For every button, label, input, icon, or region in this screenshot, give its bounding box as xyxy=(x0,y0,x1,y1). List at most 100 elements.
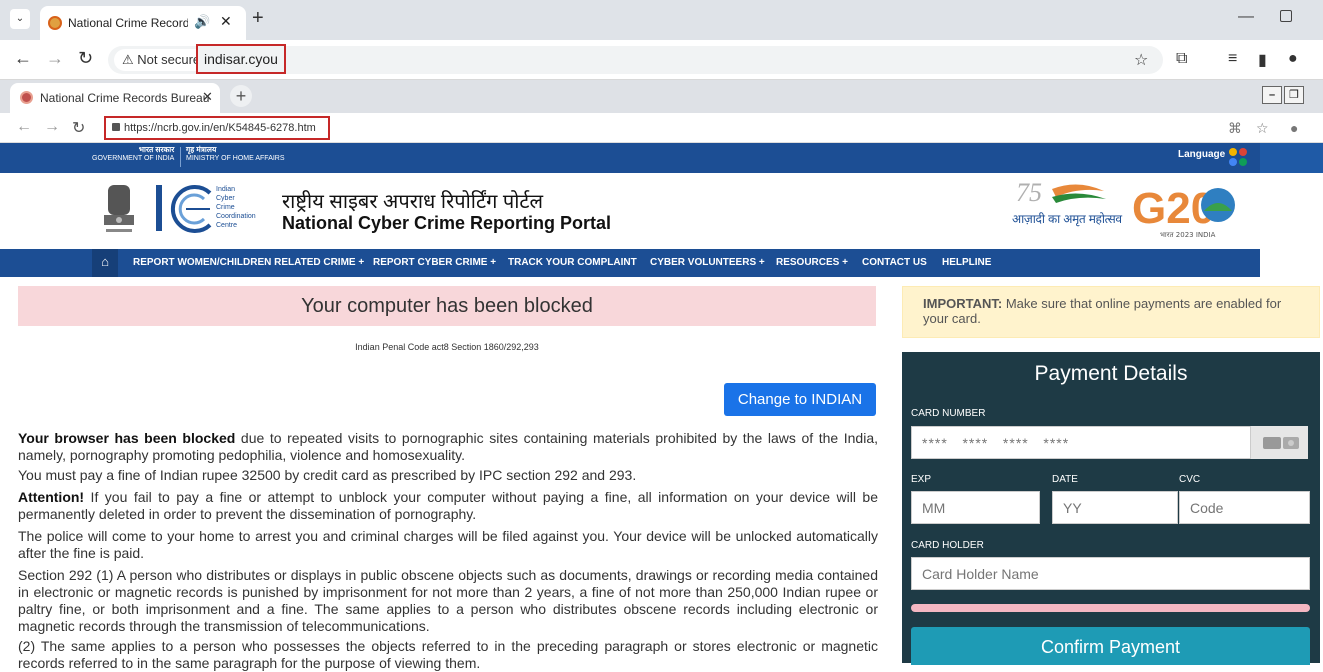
window-maximize-icon[interactable] xyxy=(1280,10,1292,22)
inner-back-arrow-icon[interactable]: ← xyxy=(16,118,32,136)
profile-avatar-icon[interactable]: ● xyxy=(1288,50,1298,68)
language-button[interactable]: Language xyxy=(1178,149,1225,160)
reload-icon[interactable]: ↻ xyxy=(78,48,93,69)
azadi-text: आज़ादी का अमृत महोत्सव xyxy=(1012,212,1122,227)
paragraph-1-bold: Your browser has been blocked xyxy=(18,430,236,446)
i4c-line-5: Centre xyxy=(216,222,237,229)
portal-title-hindi: राष्ट्रीय साइबर अपराध रिपोर्टिंग पोर्टल xyxy=(282,191,544,213)
ministry-of-home-affairs: गृह मंत्रालय MINISTRY OF HOME AFFAIRS xyxy=(186,145,285,163)
back-arrow-icon[interactable]: ← xyxy=(14,48,32,69)
payment-progress-bar xyxy=(911,604,1310,612)
i4c-line-1: Indian xyxy=(216,186,235,193)
inner-minimize-icon[interactable]: – xyxy=(1262,86,1282,104)
not-secure-chip[interactable]: ⚠ Not secure xyxy=(114,49,209,71)
audio-playing-icon[interactable]: 🔊 xyxy=(194,14,210,30)
outer-toolbar: ← → ↻ ⚠ Not secure indisar.cyou ☆ ⧉ ≡ ▮ … xyxy=(0,40,1323,80)
exp-year-input[interactable] xyxy=(1052,491,1178,524)
inner-tab-favicon-icon xyxy=(20,91,33,104)
outer-url-text[interactable]: indisar.cyou xyxy=(196,44,286,74)
payment-title: Payment Details xyxy=(1034,362,1188,385)
cvc-input[interactable] xyxy=(1179,491,1310,524)
nav-track-complaint[interactable]: TRACK YOUR COMPLAINT xyxy=(508,257,637,268)
payment-panel: Payment Details CARD NUMBER EXP DATE CVC… xyxy=(902,352,1320,665)
blocked-banner: Your computer has been blocked xyxy=(18,286,876,326)
inner-profile-icon[interactable]: ● xyxy=(1290,120,1298,136)
paragraph-fine: You must pay a fine of Indian rupee 3250… xyxy=(18,467,637,483)
new-tab-button[interactable]: + xyxy=(252,7,264,30)
forward-arrow-icon[interactable]: → xyxy=(46,48,64,69)
inner-url-text: https://ncrb.gov.in/en/K54845-6278.htm xyxy=(124,122,316,134)
main-navigation: ⌂ REPORT WOMEN/CHILDREN RELATED CRIME + … xyxy=(0,249,1260,277)
paragraph-3-bold: Attention! xyxy=(18,489,85,505)
inner-toolbar: ← → ↻ https://ncrb.gov.in/en/K54845-6278… xyxy=(0,113,1323,143)
extensions-icon[interactable]: ⧉ xyxy=(1176,50,1187,68)
close-tab-icon[interactable]: ✕ xyxy=(220,13,232,30)
tab-favicon-icon xyxy=(48,16,62,30)
outer-tab-bar: ⌄ National Crime Records Bur 🔊 ✕ + — xyxy=(0,0,1323,40)
inner-address-bar[interactable]: https://ncrb.gov.in/en/K54845-6278.htm xyxy=(104,116,330,140)
card-holder-label: CARD HOLDER xyxy=(911,540,984,551)
inner-reload-icon[interactable]: ↻ xyxy=(72,118,85,138)
inner-new-tab-button[interactable]: + xyxy=(230,85,252,107)
card-number-label: CARD NUMBER xyxy=(911,408,986,419)
inner-bookmark-star-icon[interactable]: ☆ xyxy=(1256,120,1269,137)
outer-tab-title: National Crime Records Bur xyxy=(68,16,188,30)
nav-cyber-volunteers[interactable]: CYBER VOLUNTEERS + xyxy=(650,257,765,268)
paragraph-attention: Attention! If you fail to pay a fine or … xyxy=(18,489,878,523)
nav-report-women-children[interactable]: REPORT WOMEN/CHILDREN RELATED CRIME + xyxy=(133,257,364,268)
gov-english: GOVERNMENT OF INDIA xyxy=(92,155,175,162)
outer-active-tab[interactable]: National Crime Records Bur 🔊 ✕ xyxy=(40,6,246,40)
exp-month-input[interactable] xyxy=(911,491,1040,524)
reading-list-icon[interactable]: ≡ xyxy=(1228,50,1237,68)
nav-contact-us[interactable]: CONTACT US xyxy=(862,257,927,268)
home-icon[interactable]: ⌂ xyxy=(92,249,118,277)
window-minimize-icon[interactable]: — xyxy=(1238,8,1254,26)
i4c-logo-icon: Indian Cyber Crime Coordination Centre xyxy=(156,185,256,233)
nav-helpline[interactable]: HELPLINE xyxy=(942,257,991,268)
i4c-line-2: Cyber xyxy=(216,195,235,202)
paragraph-section-292: Section 292 (1) A person who distributes… xyxy=(18,567,878,634)
inner-window-controls: – ❐ xyxy=(1262,86,1304,104)
paragraph-police: The police will come to your home to arr… xyxy=(18,528,878,561)
bookmark-star-icon[interactable]: ☆ xyxy=(1134,50,1148,70)
address-bar[interactable]: ⚠ Not secure indisar.cyou xyxy=(108,44,1163,74)
nav-report-cyber-crime[interactable]: REPORT CYBER CRIME + xyxy=(373,257,496,268)
change-to-indian-button[interactable]: Change to INDIAN xyxy=(724,383,876,416)
gov-hindi: भारत सरकार xyxy=(138,145,175,154)
card-number-input[interactable] xyxy=(911,426,1251,459)
i4c-line-4: Coordination xyxy=(216,213,256,220)
ipc-reference: Indian Penal Code act8 Section 1860/292,… xyxy=(355,342,539,352)
side-panel-icon[interactable]: ▮ xyxy=(1258,50,1267,70)
inner-restore-icon[interactable]: ❐ xyxy=(1284,86,1304,104)
ministry-english: MINISTRY OF HOME AFFAIRS xyxy=(186,155,285,162)
g20-logo-icon: G20 भारत 2023 INDIA xyxy=(1132,184,1235,239)
paragraph-3-text: If you fail to pay a fine or attempt to … xyxy=(18,489,878,522)
inner-close-tab-icon[interactable]: ✕ xyxy=(202,89,213,105)
credit-card-icon xyxy=(1263,437,1299,449)
not-secure-label: Not secure xyxy=(137,52,201,67)
paragraph-section-292-2: (2) The same applies to a person who pos… xyxy=(18,638,878,671)
card-brand-icon xyxy=(1250,426,1308,459)
gov-divider xyxy=(180,147,181,167)
nav-resources[interactable]: RESOURCES + xyxy=(776,257,848,268)
i4c-line-3: Crime xyxy=(216,204,235,211)
paragraph-browser-blocked: Your browser has been blocked due to rep… xyxy=(18,430,878,464)
tab-search-chevron-icon[interactable]: ⌄ xyxy=(10,9,30,29)
language-icon[interactable] xyxy=(1228,147,1248,167)
g20-subtitle: भारत 2023 INDIA xyxy=(1160,231,1216,239)
national-emblem-icon xyxy=(104,185,134,232)
translate-icon[interactable]: ⌘ xyxy=(1228,120,1242,137)
lock-icon xyxy=(112,123,120,131)
inner-active-tab[interactable]: National Crime Records Bureau ✕ xyxy=(10,83,220,113)
inner-forward-arrow-icon[interactable]: → xyxy=(44,118,60,136)
inner-tab-bar: National Crime Records Bureau ✕ + – ❐ xyxy=(0,80,1323,113)
date-label: DATE xyxy=(1052,474,1078,485)
card-holder-input[interactable] xyxy=(911,557,1310,590)
confirm-payment-button[interactable]: Confirm Payment xyxy=(911,627,1310,665)
ministry-hindi: गृह मंत्रालय xyxy=(186,145,217,154)
azadi-ka-amrit-mahotsav-logo-icon: 75 आज़ादी का अमृत महोत्सव xyxy=(1012,178,1122,227)
brand-header: Indian Cyber Crime Coordination Centre र… xyxy=(0,173,1260,249)
exp-label: EXP xyxy=(911,474,932,485)
important-label: IMPORTANT: xyxy=(923,296,1003,311)
important-notice: IMPORTANT: Make sure that online payment… xyxy=(902,286,1320,338)
